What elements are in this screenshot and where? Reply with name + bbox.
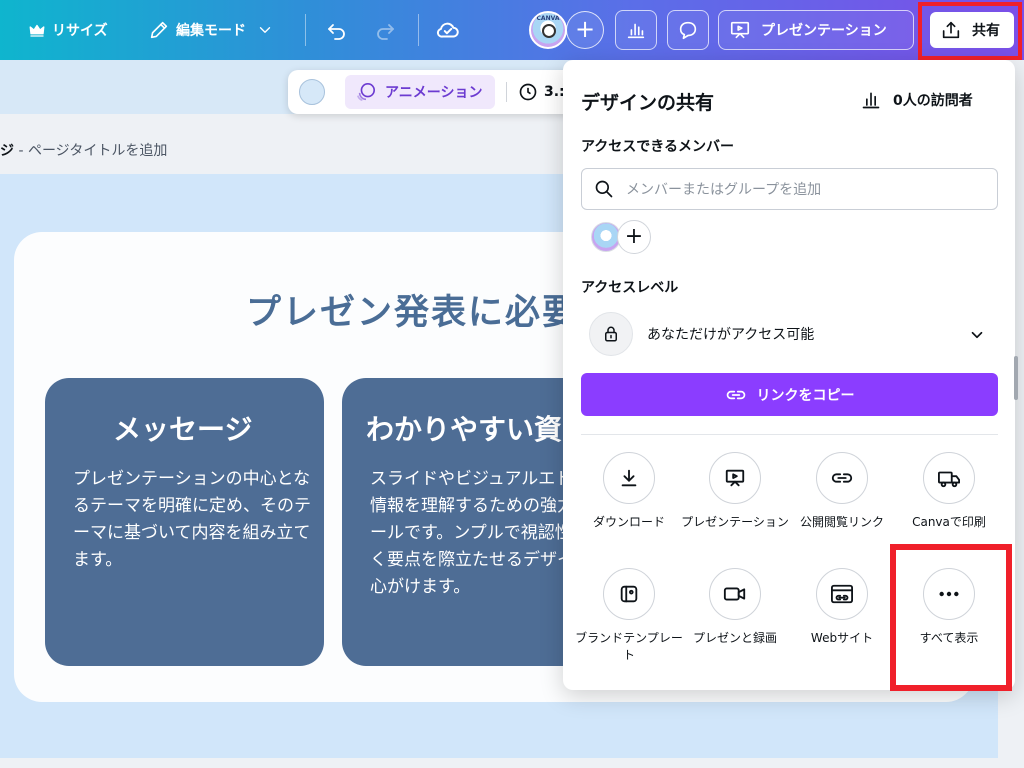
bar-chart-icon xyxy=(627,23,645,39)
chevron-down-icon xyxy=(971,331,983,339)
member-search-input[interactable]: メンバーまたはグループを追加 xyxy=(581,168,998,210)
redo-icon xyxy=(377,24,394,40)
page-title-placeholder: - ページタイトルを追加 xyxy=(14,143,168,159)
action-label: Canvaで印刷 xyxy=(912,515,986,529)
share-highlight-box xyxy=(918,2,1022,60)
action-label: Webサイト xyxy=(810,631,874,645)
animation-button[interactable]: アニメーション xyxy=(345,75,495,109)
edit-mode-dropdown[interactable]: 編集モード xyxy=(148,10,274,50)
visitors-count: 0人の訪問者 xyxy=(893,93,973,109)
access-level-value: あなただけがアクセス可能 xyxy=(647,327,815,343)
page-number-fragment: ジ xyxy=(0,143,14,159)
action-label: プレゼンと録画 xyxy=(692,631,777,645)
box-heading: わかりやすい資 xyxy=(366,413,563,446)
public-link-action[interactable]: 公開閲覧リンク xyxy=(787,452,897,562)
plus-icon: + xyxy=(624,224,644,249)
box-heading: メッセージ xyxy=(113,413,253,446)
download-action[interactable]: ダウンロード xyxy=(574,452,684,562)
animation-icon xyxy=(357,83,375,101)
resize-button[interactable]: リサイズ xyxy=(28,10,108,50)
box-body: プレゼンテーションの中心となるテーマを明確に定め、そのテーマに基づいて内容を組み… xyxy=(73,469,311,570)
action-label: ダウンロード xyxy=(592,515,665,529)
redo-button[interactable] xyxy=(372,10,400,50)
website-icon xyxy=(816,568,868,620)
access-level-label: アクセスレベル xyxy=(581,280,679,296)
website-action[interactable]: Webサイト xyxy=(787,568,897,678)
slide-box-message[interactable]: メッセージ プレゼンテーションの中心となるテーマを明確に定め、そのテーマに基づい… xyxy=(45,378,324,666)
comment-icon xyxy=(679,21,697,40)
scrollbar-thumb[interactable] xyxy=(1014,356,1018,400)
presentation-action[interactable]: プレゼンテーション xyxy=(680,452,790,562)
toolbar-divider xyxy=(305,14,306,46)
slide-title[interactable]: プレゼン発表に必要 xyxy=(246,284,579,335)
lock-icon xyxy=(605,326,617,342)
comment-button[interactable] xyxy=(667,10,709,50)
copy-link-button[interactable]: リンクをコピー xyxy=(581,373,998,416)
add-member-button[interactable]: + xyxy=(617,220,651,254)
toolbar-divider xyxy=(418,14,419,46)
avatar-badge-text: CANVA xyxy=(536,15,560,22)
undo-icon xyxy=(328,24,345,40)
show-all-highlight-box xyxy=(890,544,1012,691)
crown-icon xyxy=(29,24,45,37)
panda-face-icon xyxy=(542,24,556,38)
link-icon xyxy=(726,390,745,399)
search-placeholder: メンバーまたはグループを追加 xyxy=(626,182,822,198)
save-status-button[interactable] xyxy=(434,10,462,50)
floating-toolbar: アニメーション 3.: xyxy=(288,70,588,114)
pencil-icon xyxy=(150,21,168,39)
cloud-check-icon xyxy=(436,22,459,38)
undo-button[interactable] xyxy=(322,10,350,50)
video-icon xyxy=(709,568,761,620)
analytics-button[interactable] xyxy=(615,10,657,50)
brand-template-action[interactable]: ブランドテンプレート xyxy=(574,568,684,678)
plus-icon: + xyxy=(574,15,596,43)
add-collaborator-button[interactable]: + xyxy=(566,11,604,49)
background-color-swatch[interactable] xyxy=(299,79,325,105)
present-icon xyxy=(730,21,750,39)
edit-mode-label: 編集モード xyxy=(176,23,246,39)
clock-icon xyxy=(519,83,537,101)
chevron-down-icon xyxy=(259,27,271,33)
toolbar-divider xyxy=(506,82,507,102)
user-avatar[interactable]: CANVA xyxy=(529,11,567,49)
link-icon xyxy=(816,452,868,504)
share-panel-title: デザインの共有 xyxy=(581,92,715,114)
copy-link-label: リンクをコピー xyxy=(756,387,855,404)
truck-icon xyxy=(923,452,975,504)
animation-label: アニメーション xyxy=(385,85,483,101)
action-label: 公開閲覧リンク xyxy=(799,515,884,529)
timing-value: 3.: xyxy=(544,84,565,100)
timing-button[interactable]: 3.: xyxy=(518,82,565,102)
action-label: ブランドテンプレート xyxy=(575,631,683,662)
access-level-select[interactable]: あなただけがアクセス可能 xyxy=(581,308,998,360)
template-icon xyxy=(603,568,655,620)
present-icon xyxy=(709,452,761,504)
bar-chart-icon xyxy=(862,92,880,109)
resize-label: リサイズ xyxy=(52,23,108,39)
action-label: プレゼンテーション xyxy=(681,515,789,529)
lock-icon-wrap xyxy=(589,312,633,356)
present-label: プレゼンテーション xyxy=(761,23,887,39)
visitors-button[interactable]: 0人の訪問者 xyxy=(861,90,973,110)
page-title-bar[interactable]: ジ - ページタイトルを追加 xyxy=(0,140,167,160)
members-section-label: アクセスできるメンバー xyxy=(581,139,735,155)
download-icon xyxy=(603,452,655,504)
present-button[interactable]: プレゼンテーション xyxy=(718,10,914,50)
search-icon xyxy=(595,180,613,198)
present-record-action[interactable]: プレゼンと録画 xyxy=(680,568,790,678)
top-toolbar: リサイズ 編集モード CANVA + プレゼンテーション 共有 xyxy=(0,0,1024,60)
panel-divider xyxy=(581,434,998,435)
